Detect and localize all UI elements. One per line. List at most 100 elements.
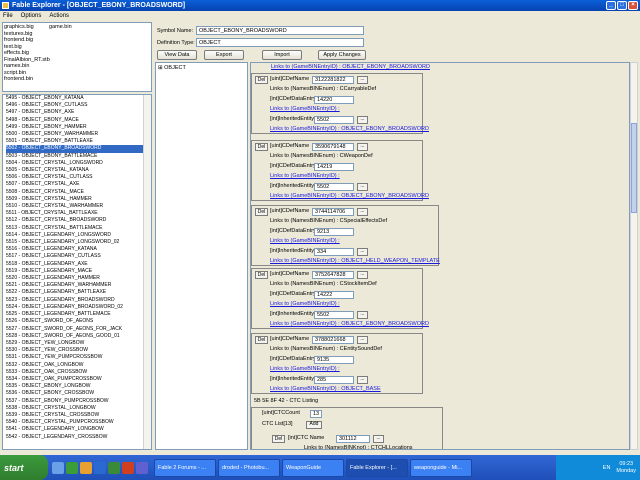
delete-button[interactable]: Del xyxy=(272,435,285,443)
object-list-item[interactable]: 5500 - OBJECT_EBONY_WARHAMMER xyxy=(6,131,151,138)
export-button[interactable]: Export xyxy=(204,50,244,60)
explorer-icon[interactable] xyxy=(136,461,148,474)
object-list-item[interactable]: 5518 - OBJECT_LEGENDARY_AXE xyxy=(6,261,151,268)
browse-button[interactable]: ... xyxy=(357,271,368,279)
browse-button[interactable]: ... xyxy=(357,76,368,84)
object-list-item[interactable]: 5539 - OBJECT_CRYSTAL_CROSSBOW xyxy=(6,412,151,419)
object-list-item[interactable]: 5499 - OBJECT_EBONY_HAMMER xyxy=(6,124,151,131)
powerpoint-icon[interactable] xyxy=(122,461,134,474)
object-list-item[interactable]: 5516 - OBJECT_LEGENDARY_KATANA xyxy=(6,246,151,253)
object-list-scrollbar[interactable] xyxy=(143,95,151,449)
minimize-button[interactable]: _ xyxy=(606,1,616,10)
inherited-field[interactable]: 5502 xyxy=(314,116,354,124)
object-list-item[interactable]: 5523 - OBJECT_LEGENDARY_BROADSWORD xyxy=(6,297,151,304)
object-list-item[interactable]: 5531 - OBJECT_YEW_PUMPCROSSBOW xyxy=(6,354,151,361)
object-list-item[interactable]: 5505 - OBJECT_CRYSTAL_KATANA xyxy=(6,167,151,174)
top-link[interactable]: Links to (GameBINEntryID) : OBJECT_EBONY… xyxy=(271,63,430,72)
browse-button[interactable]: ... xyxy=(357,248,368,256)
detail-scrollbar[interactable] xyxy=(630,62,638,450)
object-list-item[interactable]: 5511 - OBJECT_CRYSTAL_BATTLEAXE xyxy=(6,210,151,217)
object-list-item[interactable]: 5535 - OBJECT_EBONY_LONGBOW xyxy=(6,383,151,390)
gamebin-link[interactable]: Links to (GameBINEntryID) : xyxy=(270,300,340,309)
task-fable-forums[interactable]: Fable 2 Forums - ... xyxy=(154,458,216,477)
ctc-name-field[interactable]: 301112 xyxy=(336,435,370,443)
object-list-item[interactable]: 5496 - OBJECT_EBONY_CUTLASS xyxy=(6,102,151,109)
object-list-item[interactable]: 5497 - OBJECT_EBONY_AXE xyxy=(6,109,151,116)
menu-options[interactable]: Options xyxy=(21,13,42,19)
tree-node-object[interactable]: OBJECT xyxy=(164,65,186,71)
browse-button[interactable]: ... xyxy=(357,336,368,344)
object-list-item[interactable]: 5540 - OBJECT_CRYSTAL_PUMPCROSSBOW xyxy=(6,419,151,426)
gamebin-link[interactable]: Links to (GameBINEntryID) : xyxy=(270,105,340,114)
object-list-item[interactable]: 5513 - OBJECT_CRYSTAL_BATTLEMACE xyxy=(6,225,151,232)
delete-button[interactable]: Del xyxy=(255,76,268,84)
object-list-item[interactable]: 5522 - OBJECT_LEGENDARY_BATTLEAXE xyxy=(6,289,151,296)
entity-link[interactable]: Links to (GameBINEntryID) : OBJECT_EBONY… xyxy=(270,192,429,201)
object-list-item[interactable]: 5527 - OBJECT_SWORD_OF_AEONS_FOR_JACK xyxy=(6,326,151,333)
media-icon[interactable] xyxy=(66,461,78,474)
browse-button[interactable]: ... xyxy=(357,208,368,216)
desktop-icon[interactable] xyxy=(52,461,64,474)
object-list-item[interactable]: 5537 - OBJECT_EBONY_PUMPCROSSBOW xyxy=(6,398,151,405)
task-weaponguide-word[interactable]: weaponguide - Mi... xyxy=(410,458,472,477)
add-button[interactable]: Add xyxy=(306,421,322,429)
object-list-item[interactable]: 5514 - OBJECT_LEGENDARY_LONGSWORD xyxy=(6,232,151,239)
object-list-item[interactable]: 5525 - OBJECT_LEGENDARY_BATTLEMACE xyxy=(6,311,151,318)
scrollbar-thumb[interactable] xyxy=(631,123,637,213)
ie-icon[interactable] xyxy=(80,461,92,474)
object-list-item[interactable]: 5507 - OBJECT_CRYSTAL_AXE xyxy=(6,181,151,188)
inherited-field[interactable]: 5502 xyxy=(314,311,354,319)
object-list-item[interactable]: 5503 - OBJECT_EBONY_BATTLEMACE xyxy=(6,153,151,160)
browse-button[interactable]: ... xyxy=(357,116,368,124)
cdefname-field[interactable]: 3122281822 xyxy=(312,76,354,84)
object-list-item[interactable]: 5517 - OBJECT_LEGENDARY_CUTLASS xyxy=(6,253,151,260)
cdefdata-field[interactable]: 14220 xyxy=(314,96,354,104)
task-weaponguide[interactable]: WeaponGuide xyxy=(282,458,344,477)
object-list-item[interactable]: 5538 - OBJECT_CRYSTAL_LONGBOW xyxy=(6,405,151,412)
delete-button[interactable]: Del xyxy=(255,336,268,344)
tree-expander-icon[interactable]: ⊞ xyxy=(158,65,163,71)
object-list-item[interactable]: 5495 - OBJECT_EBONY_KATANA xyxy=(6,95,151,102)
inherited-field[interactable]: 285 xyxy=(314,376,354,384)
object-list-item[interactable]: 5542 - OBJECT_LEGENDARY_CROSSBOW xyxy=(6,434,151,441)
object-list-item[interactable]: 5515 - OBJECT_LEGENDARY_LONGSWORD_02 xyxy=(6,239,151,246)
cdefdata-field[interactable]: 14222 xyxy=(314,291,354,299)
language-indicator[interactable]: EN xyxy=(603,465,611,471)
object-list-item[interactable]: 5506 - OBJECT_CRYSTAL_CUTLASS xyxy=(6,174,151,181)
menu-actions[interactable]: Actions xyxy=(49,13,69,19)
object-list-item[interactable]: 5529 - OBJECT_YEW_LONGBOW xyxy=(6,340,151,347)
browse-button[interactable]: ... xyxy=(357,376,368,384)
cdefname-field[interactable]: 3744114706 xyxy=(312,208,354,216)
file-item[interactable]: frontend.bin xyxy=(4,76,150,83)
import-button[interactable]: Import xyxy=(262,50,302,60)
delete-button[interactable]: Del xyxy=(255,143,268,151)
symbol-name-field[interactable]: OBJECT_EBONY_BROADSWORD xyxy=(196,26,364,35)
browse-button[interactable]: ... xyxy=(357,143,368,151)
object-list-item[interactable]: 5501 - OBJECT_EBONY_BATTLEAXE xyxy=(6,138,151,145)
browse-button[interactable]: ... xyxy=(357,311,368,319)
object-list-item[interactable]: 5519 - OBJECT_LEGENDARY_MACE xyxy=(6,268,151,275)
object-list-item[interactable]: 5521 - OBJECT_LEGENDARY_WARHAMMER xyxy=(6,282,151,289)
object-list-item[interactable]: 5536 - OBJECT_EBONY_CROSSBOW xyxy=(6,390,151,397)
entity-link[interactable]: Links to (GameBINEntryID) : OBJECT_EBONY… xyxy=(270,125,429,134)
gamebin-link[interactable]: Links to (GameBINEntryID) : xyxy=(270,172,340,181)
object-list-item[interactable]: 5532 - OBJECT_OAK_LONGBOW xyxy=(6,362,151,369)
object-list-item[interactable]: 5530 - OBJECT_YEW_CROSSBOW xyxy=(6,347,151,354)
object-list-item[interactable]: 5528 - OBJECT_SWORD_OF_AEONS_GOOD_01 xyxy=(6,333,151,340)
clock[interactable]: 09:23 Monday xyxy=(616,461,636,475)
gamebin-link[interactable]: Links to (GameBINEntryID) : xyxy=(270,365,340,374)
delete-button[interactable]: Del xyxy=(255,208,268,216)
cdefdata-field[interactable]: 14219 xyxy=(314,163,354,171)
object-list-item[interactable]: 5512 - OBJECT_CRYSTAL_BROADSWORD xyxy=(6,217,151,224)
object-list-item[interactable]: 5533 - OBJECT_OAK_CROSSBOW xyxy=(6,369,151,376)
menu-file[interactable]: File xyxy=(3,13,13,19)
apply-changes-button[interactable]: Apply Changes xyxy=(318,50,366,60)
close-button[interactable]: × xyxy=(628,1,638,10)
task-photobucket[interactable]: droded - Photobu... xyxy=(218,458,280,477)
inherited-field[interactable]: 334 xyxy=(314,248,354,256)
view-data-button[interactable]: View Data xyxy=(157,50,197,60)
definition-type-field[interactable]: OBJECT xyxy=(196,38,364,47)
gamebin-link[interactable]: Links to (GameBINEntryID) : xyxy=(270,237,340,246)
browse-button[interactable]: ... xyxy=(373,435,384,443)
word-icon[interactable] xyxy=(94,461,106,474)
